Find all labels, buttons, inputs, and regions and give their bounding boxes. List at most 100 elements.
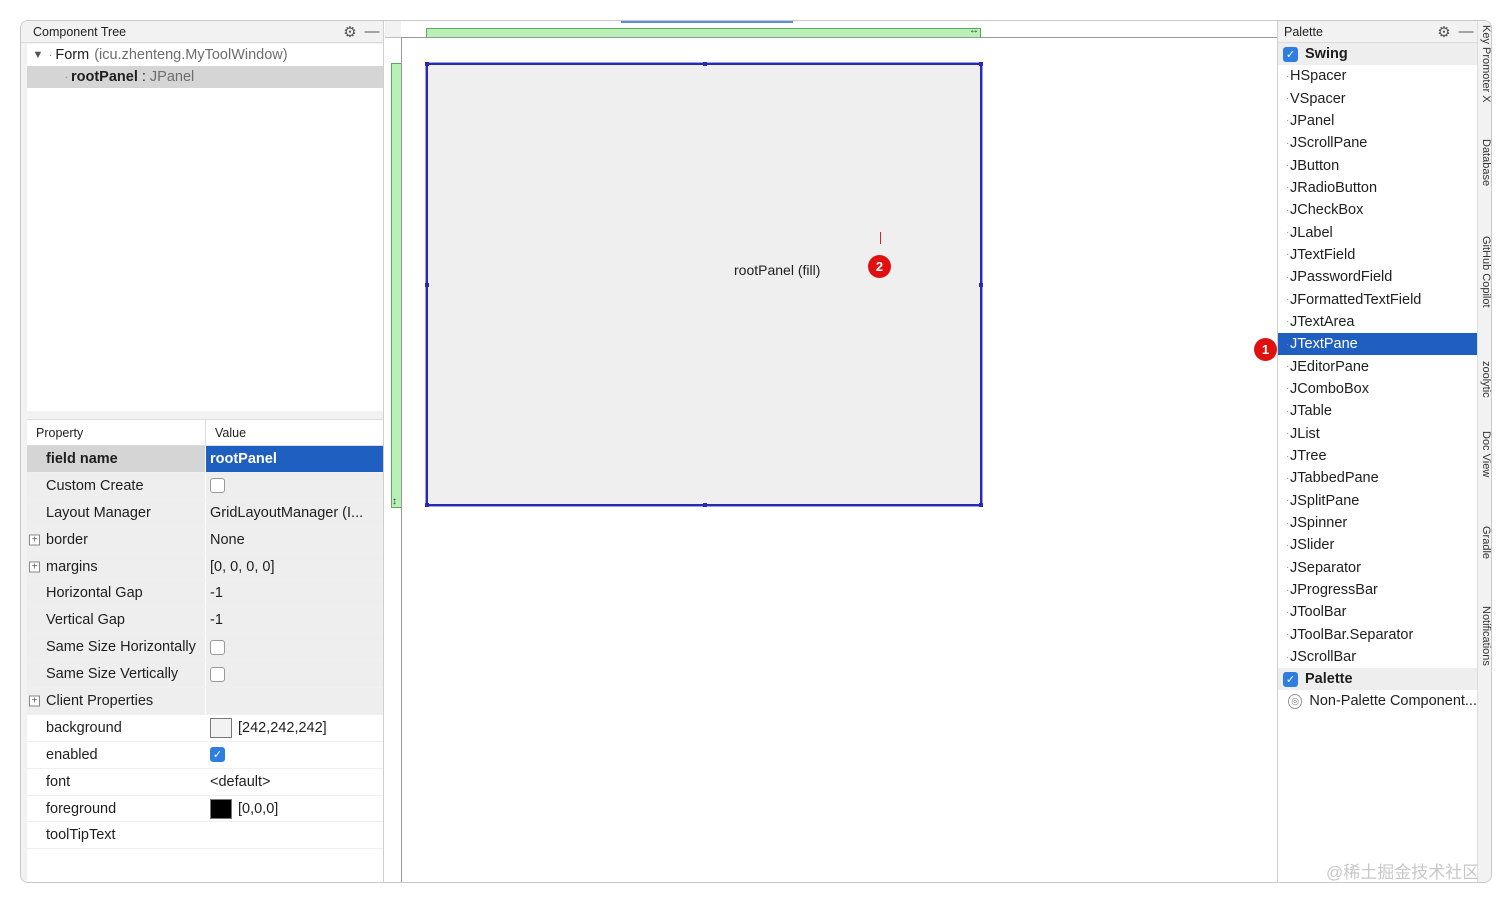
top-scroll-indicator bbox=[621, 21, 793, 23]
palette-item[interactable]: · JPanel bbox=[1278, 110, 1477, 132]
tool-tab-zoolytic[interactable]: zoolytic bbox=[1480, 361, 1491, 398]
palette-item[interactable]: · HSpacer bbox=[1278, 65, 1477, 87]
tooltip-text-value[interactable] bbox=[206, 822, 383, 849]
palette-group-swing[interactable]: ✓ Swing bbox=[1278, 43, 1477, 65]
horizontal-gap-value[interactable]: -1 bbox=[206, 580, 383, 607]
palette-item-non-palette[interactable]: ◎ Non-Palette Component... bbox=[1278, 690, 1477, 712]
property-row-margins[interactable]: + margins [0, 0, 0, 0] bbox=[27, 553, 383, 581]
property-row-client-properties[interactable]: + Client Properties bbox=[27, 688, 383, 715]
palette-item[interactable]: · JButton bbox=[1278, 154, 1477, 176]
tool-tab-gradle[interactable]: Gradle bbox=[1480, 526, 1491, 559]
custom-create-checkbox[interactable] bbox=[210, 478, 225, 494]
palette-item[interactable]: · JToolBar.Separator bbox=[1278, 624, 1477, 646]
foreground-value[interactable]: [0,0,0] bbox=[238, 801, 278, 817]
resize-handle[interactable] bbox=[425, 283, 429, 287]
tool-tab-database[interactable]: Database bbox=[1480, 139, 1491, 186]
palette-item-label: JPasswordField bbox=[1290, 269, 1393, 286]
palette-item[interactable]: · JCheckBox bbox=[1278, 199, 1477, 221]
tool-tab-notifications[interactable]: Notifications bbox=[1480, 606, 1491, 666]
palette-item[interactable]: · JSplitPane bbox=[1278, 490, 1477, 512]
tool-tab-doc-view[interactable]: Doc View bbox=[1480, 431, 1491, 477]
palette-item[interactable]: · JScrollBar bbox=[1278, 646, 1477, 668]
palette-item[interactable]: · JScrollPane bbox=[1278, 132, 1477, 154]
border-value[interactable]: None bbox=[206, 526, 383, 553]
vertical-gap-value[interactable]: -1 bbox=[206, 607, 383, 634]
property-row-layout-manager[interactable]: Layout Manager GridLayoutManager (I... bbox=[27, 499, 383, 527]
gear-icon[interactable]: ⚙ bbox=[339, 21, 361, 43]
resize-handle[interactable] bbox=[979, 62, 983, 66]
gear-icon[interactable]: ⚙ bbox=[1433, 21, 1455, 43]
resize-handle[interactable] bbox=[425, 62, 429, 66]
resize-handle[interactable] bbox=[703, 503, 707, 507]
palette-item[interactable]: · JSeparator bbox=[1278, 557, 1477, 579]
resize-handle[interactable] bbox=[425, 503, 429, 507]
property-row-horizontal-gap[interactable]: Horizontal Gap -1 bbox=[27, 580, 383, 608]
form-label: Form bbox=[55, 47, 90, 63]
property-row-same-size-vertically[interactable]: Same Size Vertically bbox=[27, 661, 383, 689]
palette-item[interactable]: · JSpinner bbox=[1278, 512, 1477, 534]
margins-value[interactable]: [0, 0, 0, 0] bbox=[206, 553, 383, 580]
palette-item[interactable]: · JComboBox bbox=[1278, 378, 1477, 400]
same-size-horizontally-checkbox[interactable] bbox=[210, 639, 225, 655]
palette-item[interactable]: · JTextField bbox=[1278, 244, 1477, 266]
property-row-vertical-gap[interactable]: Vertical Gap -1 bbox=[27, 607, 383, 635]
client-properties-value[interactable] bbox=[206, 688, 383, 714]
minimize-icon[interactable]: — bbox=[361, 21, 383, 43]
property-row-foreground[interactable]: foreground [0,0,0] bbox=[27, 795, 383, 823]
chevron-down-icon[interactable]: ▼ bbox=[27, 49, 49, 61]
palette-item[interactable]: · VSpacer bbox=[1278, 87, 1477, 109]
palette-item[interactable]: · JTree bbox=[1278, 445, 1477, 467]
palette-item[interactable]: · JSlider bbox=[1278, 534, 1477, 556]
tool-tab-key-promoter[interactable]: Key Promoter X bbox=[1480, 25, 1491, 103]
same-size-vertically-checkbox[interactable] bbox=[210, 666, 225, 682]
palette-item[interactable]: · JRadioButton bbox=[1278, 177, 1477, 199]
tool-tab-github-copilot[interactable]: GitHub Copilot bbox=[1480, 236, 1491, 308]
expand-icon[interactable]: + bbox=[29, 534, 40, 546]
enabled-checkbox[interactable]: ✓ bbox=[210, 747, 225, 763]
palette-item[interactable]: · JPasswordField bbox=[1278, 266, 1477, 288]
property-row-font[interactable]: font <default> bbox=[27, 768, 383, 796]
root-panel-form[interactable]: rootPanel (fill) 2 bbox=[425, 62, 983, 507]
swing-group-checkbox[interactable]: ✓ bbox=[1283, 46, 1298, 62]
expand-icon[interactable]: + bbox=[29, 695, 40, 707]
property-row-background[interactable]: background [242,242,242] bbox=[27, 714, 383, 742]
palette-group-palette[interactable]: ✓ Palette bbox=[1278, 668, 1477, 691]
font-value[interactable]: <default> bbox=[206, 768, 383, 795]
property-row-tooltip-text[interactable]: toolTipText bbox=[27, 822, 383, 850]
palette-item[interactable]: · JTextPane bbox=[1278, 333, 1477, 356]
tree-node-root-panel[interactable]: · rootPanel : JPanel bbox=[27, 66, 383, 88]
palette-item[interactable]: · JList bbox=[1278, 423, 1477, 445]
background-value[interactable]: [242,242,242] bbox=[238, 720, 327, 736]
palette-group-checkbox[interactable]: ✓ bbox=[1283, 671, 1298, 687]
palette-item[interactable]: · JTextArea bbox=[1278, 311, 1477, 333]
layout-manager-value[interactable]: GridLayoutManager (I... bbox=[206, 499, 383, 526]
column-header-guide[interactable]: ↔ bbox=[426, 25, 981, 37]
property-row-same-size-horizontally[interactable]: Same Size Horizontally bbox=[27, 634, 383, 662]
field-name-value[interactable]: rootPanel bbox=[206, 446, 383, 472]
palette-item-label: JScrollBar bbox=[1290, 649, 1357, 666]
palette-item[interactable]: · JTable bbox=[1278, 400, 1477, 422]
palette-item[interactable]: · JProgressBar bbox=[1278, 579, 1477, 601]
expand-icon[interactable]: + bbox=[29, 561, 40, 572]
palette-group-label: Palette bbox=[1305, 671, 1353, 688]
background-color-swatch[interactable] bbox=[210, 717, 232, 738]
component-tree: ▼ · Form (icu.zhenteng.MyToolWindow) · r… bbox=[27, 44, 383, 411]
foreground-color-swatch[interactable] bbox=[210, 798, 232, 819]
minimize-icon[interactable]: — bbox=[1455, 21, 1477, 43]
resize-handle[interactable] bbox=[979, 283, 983, 287]
palette-item[interactable]: · JEditorPane bbox=[1278, 355, 1477, 377]
design-canvas[interactable]: ↔ ↕ rootPanel (fill) 2 bbox=[385, 21, 1277, 882]
resize-handle[interactable] bbox=[979, 503, 983, 507]
palette-item[interactable]: · JToolBar bbox=[1278, 601, 1477, 623]
property-row-custom-create[interactable]: Custom Create bbox=[27, 472, 383, 500]
tree-node-form[interactable]: ▼ · Form (icu.zhenteng.MyToolWindow) bbox=[27, 44, 383, 66]
palette-item-label: VSpacer bbox=[1290, 90, 1346, 107]
property-row-border[interactable]: + border None bbox=[27, 526, 383, 554]
palette-item[interactable]: · JLabel bbox=[1278, 221, 1477, 243]
palette-item[interactable]: · JTabbedPane bbox=[1278, 467, 1477, 489]
property-row-field-name[interactable]: field name rootPanel bbox=[27, 446, 383, 473]
property-row-enabled[interactable]: enabled ✓ bbox=[27, 741, 383, 769]
row-header-guide[interactable]: ↕ bbox=[391, 63, 401, 508]
palette-item[interactable]: · JFormattedTextField bbox=[1278, 288, 1477, 310]
resize-handle[interactable] bbox=[703, 62, 707, 66]
